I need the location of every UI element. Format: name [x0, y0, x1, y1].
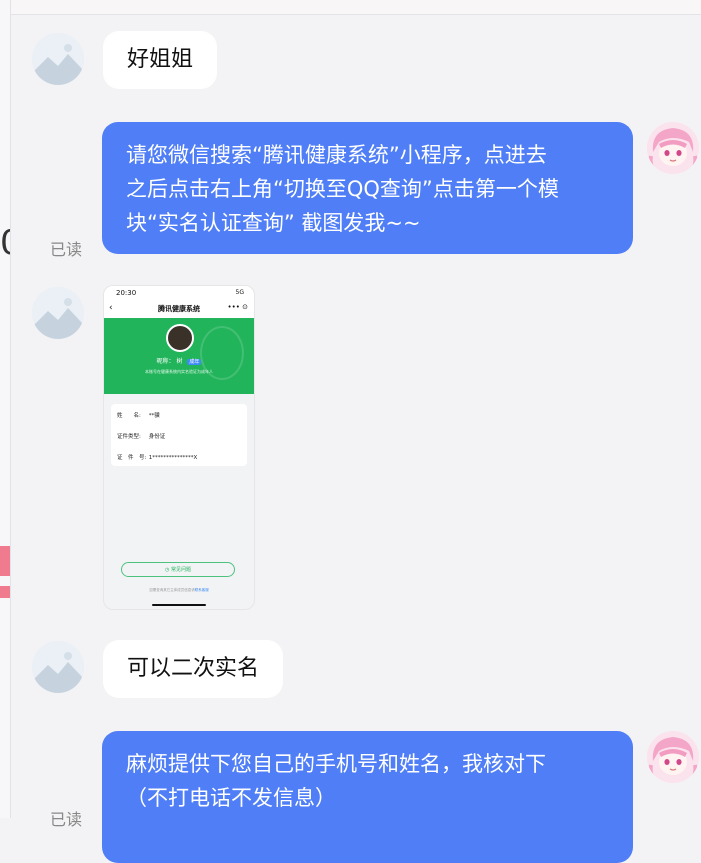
profile-header: 昵称： 树 成年 本账号在健康系统内实名验证为成年人: [104, 318, 254, 394]
landscape-placeholder-icon: [32, 287, 84, 339]
left-pane-fragment-text: 0: [0, 226, 10, 260]
anime-girl-avatar-icon: [647, 731, 699, 783]
name-row: 姓 名: **骥: [117, 411, 160, 419]
message-line: 请您微信搜索“腾讯健康系统”小程序，点进去: [126, 143, 547, 167]
identity-card: 姓 名: **骥 证件类型: 身份证 证 件 号: 1*************…: [111, 404, 247, 466]
message-line: 之后点击右上角“切换至QQ查询”点击第一个模: [126, 177, 559, 201]
field-label: 姓 名:: [117, 413, 141, 419]
field-value: 1***************X: [148, 455, 198, 461]
field-value: 身份证: [148, 434, 166, 440]
home-indicator: [152, 604, 206, 606]
profile-photo: [166, 324, 194, 352]
sent-message-bubble[interactable]: 麻烦提供下您自己的手机号和姓名，我核对下 （不打电话不发信息）: [102, 731, 633, 863]
contact-avatar[interactable]: [32, 641, 84, 693]
read-status: 已读: [50, 810, 83, 829]
contact-avatar[interactable]: [32, 33, 84, 85]
message-line: （不打电话不发信息）: [126, 786, 336, 810]
landscape-placeholder-icon: [32, 33, 84, 85]
left-pane-edge: 0: [0, 0, 11, 818]
faq-button: ◷ 常见问题: [121, 562, 235, 577]
signal-battery-icon: 5G: [235, 289, 244, 296]
anime-girl-avatar-icon: [647, 122, 699, 174]
message-text: 可以二次实名: [127, 656, 260, 681]
chat-header-edge: [11, 0, 701, 15]
verification-description: 本账号在健康系统内实名验证为成年人: [145, 369, 213, 374]
phone-status-bar: 20:30 5G: [104, 286, 254, 300]
image-message[interactable]: 20:30 5G ‹ 腾讯健康系统 ••• ⊙ 昵称： 树 成年 本账号在健康系…: [103, 285, 255, 610]
contact-avatar[interactable]: [32, 287, 84, 339]
field-label: 证 件 号:: [117, 455, 147, 461]
message-text: 好姐姐: [127, 47, 194, 72]
my-avatar[interactable]: [647, 122, 699, 174]
adult-badge: 成年: [187, 359, 202, 365]
left-pane-badge-fragment-2: [0, 586, 10, 598]
id-type-row: 证件类型: 身份证: [117, 432, 165, 440]
mini-program-nav: ‹ 腾讯健康系统 ••• ⊙: [104, 300, 254, 318]
left-pane-badge-fragment: [0, 546, 10, 576]
received-message-bubble[interactable]: 可以二次实名: [103, 640, 284, 698]
landscape-placeholder-icon: [32, 641, 84, 693]
received-message-bubble[interactable]: 好姐姐: [103, 31, 218, 89]
nickname-value: 树: [176, 358, 183, 365]
message-line: 块“实名认证查询” 截图发我~~: [126, 211, 421, 235]
status-time: 20:30: [116, 289, 137, 297]
footer-note: 如需查询其它主体成员信息请联系客服: [149, 588, 209, 592]
read-status: 已读: [50, 240, 83, 259]
footer-link: 联系客服: [194, 588, 209, 592]
sent-message-bubble[interactable]: 请您微信搜索“腾讯健康系统”小程序，点进去 之后点击右上角“切换至QQ查询”点击…: [102, 122, 633, 254]
message-line: 麻烦提供下您自己的手机号和姓名，我核对下: [126, 752, 546, 776]
nickname-label: 昵称：: [156, 358, 175, 365]
field-value: **骥: [148, 413, 160, 419]
id-number-row: 证 件 号: 1***************X: [117, 453, 197, 461]
field-label: 证件类型:: [117, 434, 141, 440]
my-avatar[interactable]: [647, 731, 699, 783]
more-close-icon: ••• ⊙: [227, 303, 248, 311]
faq-label: 常见问题: [170, 567, 191, 573]
nickname-row: 昵称： 树 成年: [104, 356, 254, 365]
